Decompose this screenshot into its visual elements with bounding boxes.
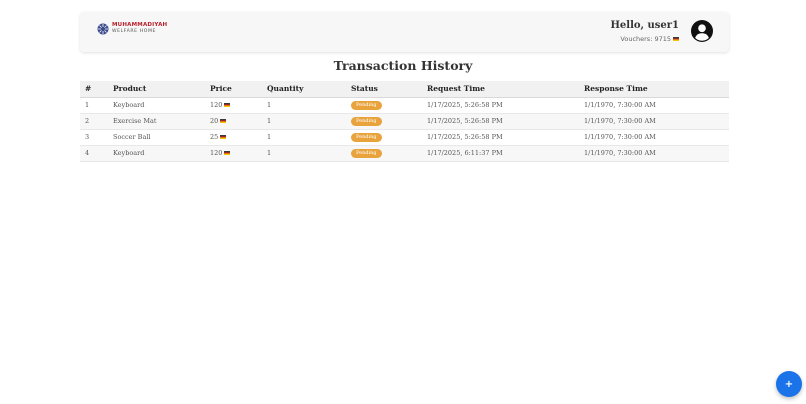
price-value: 20 (210, 117, 219, 125)
cell-response-time: 1/1/1970, 7:30:00 AM (579, 129, 729, 146)
user-greeting: Hello, user1 (610, 20, 679, 31)
cell-number: 1 (80, 97, 108, 114)
cell-product: Exercise Mat (108, 113, 205, 130)
logo-mark-icon (97, 23, 109, 35)
cell-request-time: 1/17/2025, 5:26:58 PM (422, 97, 579, 114)
cell-quantity: 1 (262, 129, 346, 146)
user-info: Hello, user1 Vouchers: 9715 (610, 20, 679, 43)
cell-status: Pending (346, 113, 422, 130)
logo-line2: WELFARE HOME (112, 28, 157, 34)
cell-status: Pending (346, 129, 422, 146)
cell-request-time: 1/17/2025, 5:26:58 PM (422, 113, 579, 130)
voucher-balance: Vouchers: 9715 (610, 35, 679, 43)
price-value: 120 (210, 149, 223, 157)
cell-product: Keyboard (108, 145, 205, 162)
logo[interactable]: MUHAMMADIYAH WELFARE HOME (97, 23, 167, 35)
cell-request-time: 1/17/2025, 6:11:37 PM (422, 145, 579, 162)
coin-icon (673, 37, 679, 41)
cell-price: 20 (205, 113, 262, 130)
cell-quantity: 1 (262, 113, 346, 130)
table-row: 2 Exercise Mat 20 1 Pending 1/17/2025, 5… (80, 113, 729, 130)
column-header-product: Product (108, 81, 205, 98)
cell-status: Pending (346, 145, 422, 162)
top-header: MUHAMMADIYAH WELFARE HOME Hello, user1 V… (80, 12, 729, 52)
status-badge: Pending (351, 101, 382, 110)
cell-response-time: 1/1/1970, 7:30:00 AM (579, 97, 729, 114)
cell-response-time: 1/1/1970, 7:30:00 AM (579, 145, 729, 162)
status-badge: Pending (351, 149, 382, 158)
voucher-label: Vouchers: 9715 (620, 35, 671, 43)
coin-icon (224, 103, 231, 107)
price-value: 120 (210, 101, 223, 109)
cell-status: Pending (346, 97, 422, 114)
table-row: 3 Soccer Ball 25 1 Pending 1/17/2025, 5:… (80, 129, 729, 146)
cell-price: 25 (205, 129, 262, 146)
coin-icon (220, 135, 227, 139)
page-title: Transaction History (333, 58, 473, 73)
cell-product: Keyboard (108, 97, 205, 114)
cell-number: 2 (80, 113, 108, 130)
status-badge: Pending (351, 133, 382, 142)
add-button[interactable]: + (776, 371, 802, 397)
table-row: 4 Keyboard 120 1 Pending 1/17/2025, 6:11… (80, 145, 729, 162)
cell-response-time: 1/1/1970, 7:30:00 AM (579, 113, 729, 130)
column-header-response-time: Response Time (579, 81, 729, 98)
column-header-quantity: Quantity (262, 81, 346, 98)
cell-request-time: 1/17/2025, 5:26:58 PM (422, 129, 579, 146)
column-header-number: # (80, 81, 108, 98)
transaction-table: # Product Price Quantity Status Request … (80, 81, 729, 162)
user-circle-icon[interactable] (691, 20, 713, 42)
column-header-price: Price (205, 81, 262, 98)
cell-number: 3 (80, 129, 108, 146)
column-header-status: Status (346, 81, 422, 98)
column-header-request-time: Request Time (422, 81, 579, 98)
cell-number: 4 (80, 145, 108, 162)
cell-price: 120 (205, 97, 262, 114)
table-header-row: # Product Price Quantity Status Request … (80, 81, 729, 98)
status-badge: Pending (351, 117, 382, 126)
cell-quantity: 1 (262, 97, 346, 114)
cell-price: 120 (205, 145, 262, 162)
coin-icon (220, 119, 227, 123)
coin-icon (224, 151, 231, 155)
cell-product: Soccer Ball (108, 129, 205, 146)
table-row: 1 Keyboard 120 1 Pending 1/17/2025, 5:26… (80, 97, 729, 114)
price-value: 25 (210, 133, 219, 141)
logo-text: MUHAMMADIYAH WELFARE HOME (112, 23, 167, 34)
cell-quantity: 1 (262, 145, 346, 162)
